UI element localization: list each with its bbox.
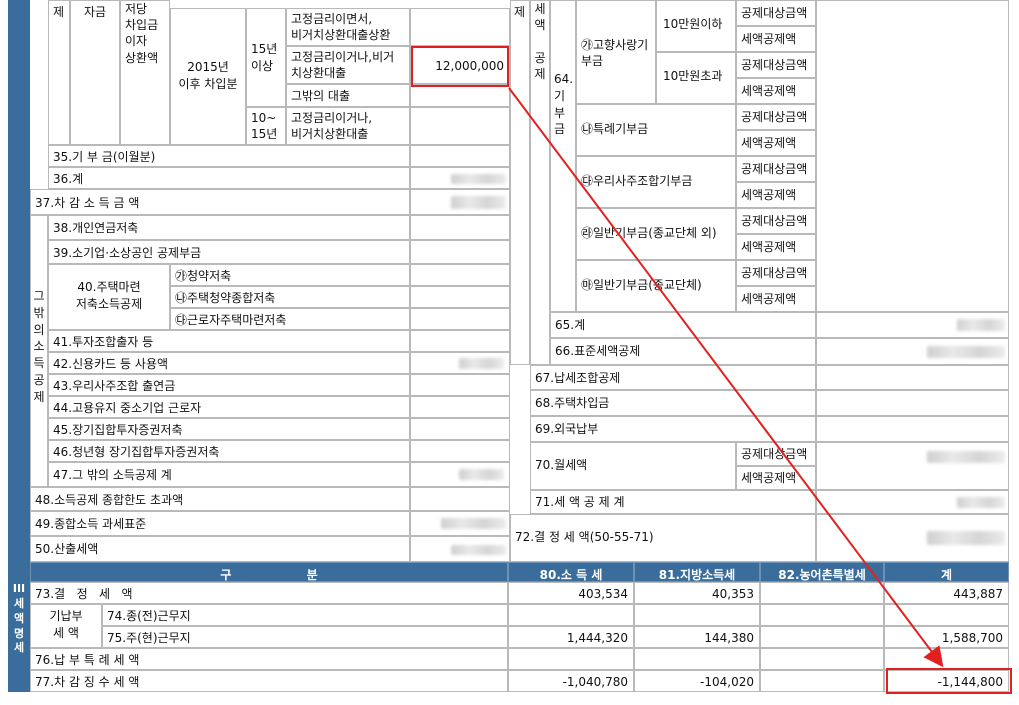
arrow-line [508,87,944,668]
arrow-annotation [508,87,944,668]
